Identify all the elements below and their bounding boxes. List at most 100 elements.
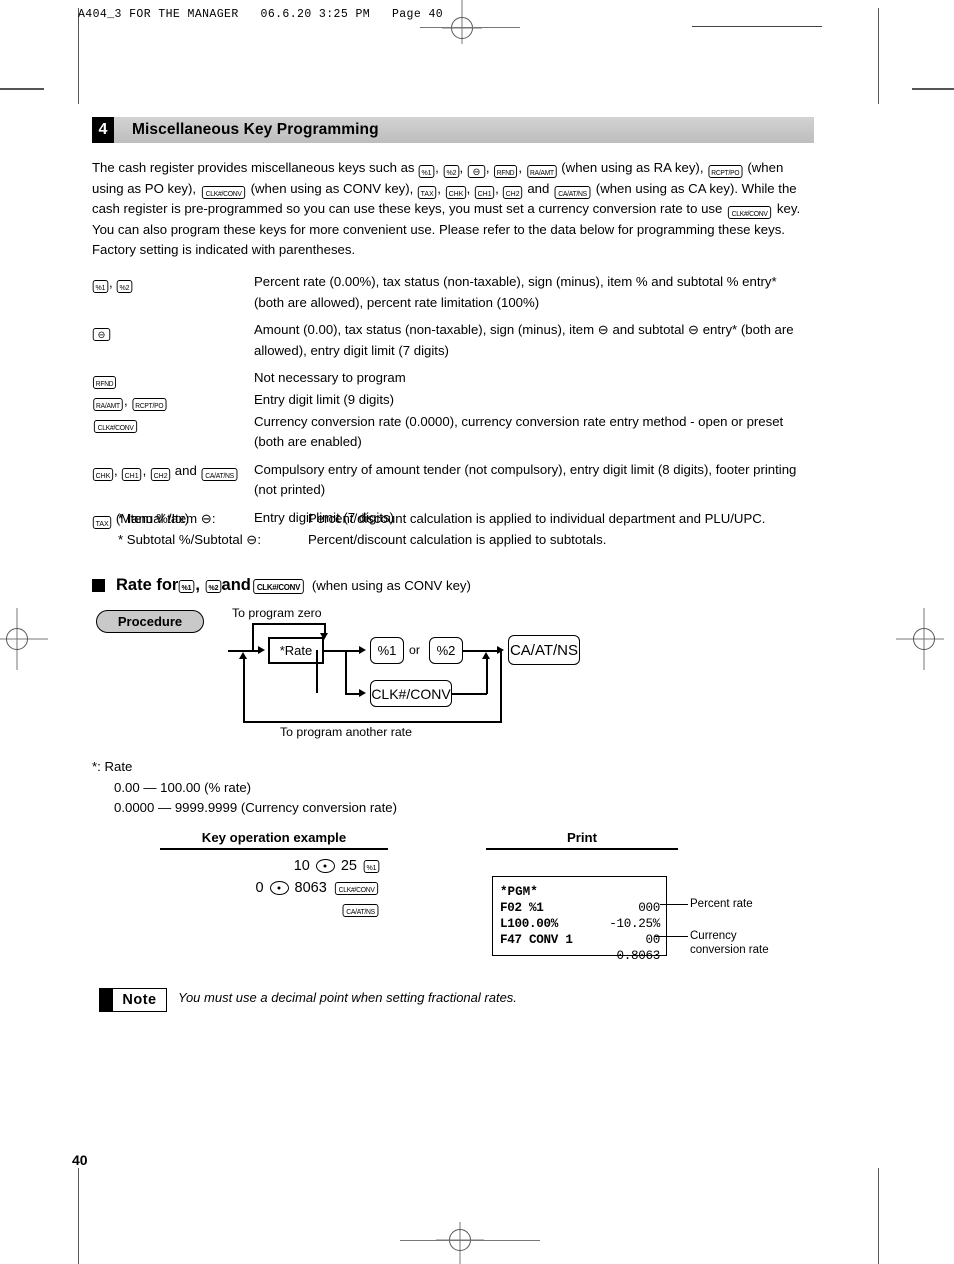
receipt-row-label: L100.00% xyxy=(500,917,559,931)
rate-range-percent: 0.00 — 100.00 (% rate) xyxy=(114,779,252,795)
bullet-square-icon xyxy=(92,579,105,592)
callout-line-currency xyxy=(655,936,688,938)
star-footnotes: * Item %/Item ⊖: Percent/discount calcul… xyxy=(118,508,818,550)
key-ch1-icon: CH1 xyxy=(122,467,142,481)
key-clkconv-icon: CLK#/CONV xyxy=(334,881,379,895)
star-label-a: * Item %/Item xyxy=(118,511,201,526)
key-tax-icon: TAX xyxy=(92,515,112,529)
minus-desc-a: Amount (0.00), tax status (non-taxable),… xyxy=(254,322,598,338)
key-pct1-icon: %1 xyxy=(418,165,435,178)
star-footnote-text: Percent/discount calculation is applied … xyxy=(308,511,766,526)
key-rcptpo-icon: RCPT/PO xyxy=(708,165,743,178)
star2-label-b: : xyxy=(257,532,262,547)
keyop-value-0: 0 xyxy=(255,880,264,896)
star-footnote-label: * Item %/Item ⊖: xyxy=(118,508,308,529)
registration-mark-bottom xyxy=(436,1222,484,1264)
receipt-row-value: 000 xyxy=(638,901,660,915)
print-heading: Print xyxy=(566,830,598,845)
decimal-point-icon xyxy=(315,859,335,873)
print-job-header: A404_3 FOR THE MANAGER 06.6.20 3:25 PM P… xyxy=(78,8,444,21)
flow-merge-vertical xyxy=(486,658,488,694)
key-ch2-icon: CH2 xyxy=(503,185,523,199)
header-underline xyxy=(692,26,822,27)
receipt-row-label: F02 %1 xyxy=(500,901,544,915)
flow-arrow-to-clkconv xyxy=(359,689,366,697)
receipt-content: *PGM* F02 %1 000 L100.00% -10.25% F47 CO… xyxy=(500,884,660,964)
crop-mark-bottom-right-vertical xyxy=(878,1168,879,1264)
flow-arrow-zero-down xyxy=(320,633,328,640)
receipt-row: F02 %1 000 xyxy=(500,900,660,916)
key-rcptpo-icon: RCPT/PO xyxy=(132,397,167,411)
procedure-flow-diagram: To program zero *Rate %1 or %2 CLK#/CONV… xyxy=(228,606,580,741)
rate-range-title: *: Rate xyxy=(92,759,133,774)
intro-paragraph: The cash register provides miscellaneous… xyxy=(92,160,801,258)
intro-text-4: (when using as CONV key), xyxy=(246,180,417,196)
star-footnote-subtotal: * Subtotal %/Subtotal ⊖: Percent/discoun… xyxy=(118,529,818,550)
key-pct1-icon: %1 xyxy=(92,280,109,293)
keyop-value-10: 10 xyxy=(293,858,310,874)
decimal-point-icon xyxy=(269,881,289,895)
flow-bottom-loop-left-vertical xyxy=(243,659,245,722)
key-operation-line-1: 10 25 %1 xyxy=(150,855,380,877)
key-row-minus: ⊖ Amount (0.00), tax status (non-taxable… xyxy=(92,320,808,361)
star-minus-glyph-2: ⊖ xyxy=(246,532,258,547)
flow-box-pct1: %1 xyxy=(370,637,404,664)
key-chk-icon: CHK xyxy=(92,467,114,481)
flow-arrow-into-rate xyxy=(258,646,265,654)
flow-top-label: To program zero xyxy=(232,606,322,620)
key-row-chk-desc: Compulsory entry of amount tender (not c… xyxy=(254,461,797,498)
note-text: You must use a decimal point when settin… xyxy=(178,990,517,1005)
key-ch2-icon: CH2 xyxy=(150,467,171,481)
key-operation-example-rule xyxy=(160,848,388,850)
procedure-badge: Procedure xyxy=(96,610,204,633)
print-heading-rule xyxy=(486,848,678,850)
receipt-row-label: F47 CONV 1 xyxy=(500,933,573,947)
key-rfnd-icon: RFND xyxy=(494,165,518,178)
star-footnote-label-2: * Subtotal %/Subtotal ⊖: xyxy=(118,529,308,550)
registration-line-top-horizontal xyxy=(420,27,520,28)
flow-box-pct2: %2 xyxy=(429,637,463,664)
key-row-percent-keys: %1, %2 xyxy=(92,272,254,294)
key-operation-sequence: 10 25 %1 0 8063 CLK#/CONV CA/AT/NS xyxy=(150,855,380,921)
key-tax-icon: TAX xyxy=(417,185,437,199)
intro-text-5: and xyxy=(523,180,553,196)
page-number: 40 xyxy=(72,1152,88,1168)
key-row-raamt-desc: Entry digit limit (9 digits) xyxy=(254,391,394,407)
receipt-title: *PGM* xyxy=(500,885,538,899)
registration-mark-left xyxy=(0,608,48,670)
flow-box-caatns: CA/AT/NS xyxy=(508,635,580,665)
receipt-row: L100.00% -10.25% xyxy=(500,916,660,932)
flow-bottom-loop-horizontal xyxy=(243,721,502,723)
receipt-row: F47 CONV 1 00 xyxy=(500,932,660,948)
crop-mark-top-right-vertical xyxy=(878,8,879,104)
key-row-rfnd: RFND Not necessary to program xyxy=(92,368,808,390)
crop-mark-left-top-horizontal xyxy=(0,88,44,90)
key-row-clkconv-keys: CLK#/CONV xyxy=(92,412,254,434)
rate-for-label: Rate for xyxy=(116,576,179,594)
key-row-chk: CHK, CH1, CH2 and CA/AT/NS Compulsory en… xyxy=(92,460,808,501)
section-title: Miscellaneous Key Programming xyxy=(132,121,379,138)
key-row-chk-keys: CHK, CH1, CH2 and CA/AT/NS xyxy=(92,460,254,482)
key-ch1-icon: CH1 xyxy=(474,185,495,199)
star-label-b: : xyxy=(211,511,216,526)
star-minus-glyph-1: ⊖ xyxy=(200,511,212,526)
note-badge-bar xyxy=(100,989,113,1011)
rate-heading-comma: , xyxy=(195,576,200,594)
key-operation-line-3: CA/AT/NS xyxy=(150,899,380,921)
key-clkconv-icon: CLK#/CONV xyxy=(253,579,304,594)
key-minus-icon: ⊖ xyxy=(467,165,486,178)
rate-range-notes: *: Rate 0.00 — 100.00 (% rate) 0.0000 — … xyxy=(92,757,397,819)
callout-line-percent xyxy=(660,904,688,906)
key-row-percent-desc: Percent rate (0.00%), tax status (non-ta… xyxy=(254,274,777,310)
flow-merge-upper-line xyxy=(463,650,498,652)
key-clkconv-icon-2: CLK#/CONV xyxy=(727,206,772,220)
key-minus-icon: ⊖ xyxy=(92,328,111,342)
callout-currency-line2: conversion rate xyxy=(690,944,769,956)
keyop-value-25: 25 xyxy=(340,858,357,874)
flow-box-clkconv: CLK#/CONV xyxy=(370,680,452,707)
key-row-raamt: RA/AMT, RCPT/PO Entry digit limit (9 dig… xyxy=(92,390,808,412)
key-clkconv-icon: CLK#/CONV xyxy=(201,185,246,199)
section-number: 4 xyxy=(92,117,114,143)
receipt-row-value: 00 xyxy=(645,933,660,947)
intro-text-1: The cash register provides miscellaneous… xyxy=(92,160,419,175)
